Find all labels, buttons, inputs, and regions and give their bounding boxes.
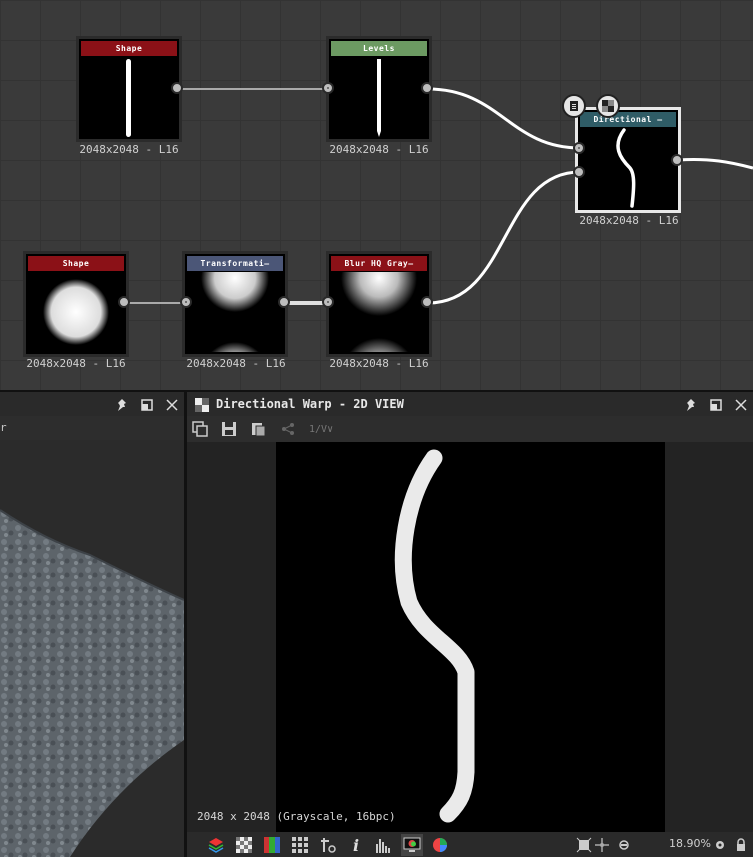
- input-port[interactable]: [573, 166, 585, 178]
- node-title: Shape: [81, 41, 177, 56]
- node-resolution: 2048x2048 - L16: [329, 143, 429, 156]
- chevron-down-icon: ∨: [327, 423, 334, 435]
- node-directional-warp[interactable]: Directional —: [575, 107, 681, 213]
- input-port[interactable]: [322, 296, 334, 308]
- pin-icon[interactable]: [684, 397, 698, 411]
- layers-icon[interactable]: [207, 836, 225, 854]
- float-icon[interactable]: [709, 397, 723, 411]
- close-icon[interactable]: [165, 397, 179, 411]
- clipboard-icon[interactable]: [250, 421, 266, 437]
- channels-icon[interactable]: [263, 836, 281, 854]
- info-icon[interactable]: i: [347, 836, 365, 855]
- output-port[interactable]: [118, 296, 130, 308]
- node-transformation[interactable]: Transformati—: [182, 251, 288, 357]
- lock-icon[interactable]: [735, 838, 747, 852]
- document-icon[interactable]: [562, 94, 586, 118]
- 2d-view-panel: Directional Warp - 2D VIEW 1/V ∨ 2048 x …: [187, 392, 753, 857]
- toolbar-label: r: [0, 421, 7, 434]
- node-resolution: 2048x2048 - L16: [79, 143, 179, 156]
- node-resolution: 2048x2048 - L16: [579, 214, 679, 227]
- output-port[interactable]: [421, 296, 433, 308]
- save-icon[interactable]: [221, 421, 237, 437]
- node-title: Blur HQ Gray—: [331, 256, 427, 271]
- input-port[interactable]: [180, 296, 192, 308]
- pin-icon[interactable]: [115, 397, 129, 411]
- zoom-dropdown-icon[interactable]: [618, 839, 630, 851]
- pivot-icon[interactable]: [319, 836, 337, 854]
- panel-header: [0, 392, 184, 416]
- color-wheel-icon[interactable]: [431, 836, 449, 854]
- node-graph[interactable]: Shape 2048x2048 - L16 Levels 2048x2048 -…: [0, 0, 753, 390]
- zoom-level[interactable]: 18.90%: [669, 837, 711, 850]
- input-port[interactable]: [573, 142, 585, 154]
- output-port[interactable]: [421, 82, 433, 94]
- version-label: 1/V: [309, 423, 328, 435]
- node-thumbnail: [331, 272, 427, 352]
- node-title: Transformati—: [187, 256, 283, 271]
- node-blur-hq-grayscale[interactable]: Blur HQ Gray—: [326, 251, 432, 357]
- 2d-image: [276, 442, 665, 832]
- node-shape-line[interactable]: Shape: [76, 36, 182, 142]
- input-port[interactable]: [322, 82, 334, 94]
- node-title: Levels: [331, 41, 427, 56]
- 2d-view-statusbar: i 18.90%: [187, 832, 753, 857]
- node-thumbnail: [28, 272, 124, 352]
- pan-icon[interactable]: [594, 837, 610, 853]
- checker-icon[interactable]: [596, 94, 620, 118]
- 3d-view-panel: r: [0, 392, 184, 857]
- 3d-view-toolbar: r: [0, 416, 184, 440]
- 2d-view-toolbar: 1/V ∨: [187, 416, 753, 442]
- output-port[interactable]: [171, 82, 183, 94]
- float-icon[interactable]: [140, 397, 154, 411]
- share-icon[interactable]: [280, 421, 296, 437]
- histogram-icon[interactable]: [375, 836, 393, 854]
- panel-title: Directional Warp - 2D VIEW: [216, 397, 404, 411]
- node-resolution: 2048x2048 - L16: [26, 357, 126, 370]
- wire-levels-directional: [427, 87, 581, 150]
- copy-view-icon[interactable]: [192, 421, 208, 437]
- node-levels[interactable]: Levels: [326, 36, 432, 142]
- panel-header: Directional Warp - 2D VIEW: [187, 392, 753, 416]
- node-thumbnail: [331, 57, 427, 137]
- gear-icon[interactable]: [714, 839, 726, 851]
- node-title: Shape: [28, 256, 124, 271]
- close-icon[interactable]: [734, 397, 748, 411]
- 2d-viewport[interactable]: 2048 x 2048 (Grayscale, 16bpc): [187, 442, 753, 832]
- node-thumbnail: [81, 57, 177, 137]
- image-info: 2048 x 2048 (Grayscale, 16bpc): [197, 810, 396, 823]
- node-thumbnail: [580, 128, 676, 208]
- node-thumbnail: [187, 272, 283, 352]
- node-shape-circle[interactable]: Shape: [23, 251, 129, 357]
- output-port[interactable]: [278, 296, 290, 308]
- node-resolution: 2048x2048 - L16: [329, 357, 429, 370]
- node-title: Directional —: [580, 112, 676, 127]
- view-2d-icon: [195, 397, 209, 412]
- display-settings-icon[interactable]: [401, 834, 423, 856]
- node-resolution: 2048x2048 - L16: [186, 357, 286, 370]
- 3d-viewport[interactable]: [0, 440, 184, 857]
- output-port[interactable]: [671, 154, 683, 166]
- checker-icon[interactable]: [235, 836, 253, 854]
- version-dropdown[interactable]: 1/V ∨: [309, 421, 333, 437]
- grid-icon[interactable]: [291, 836, 309, 854]
- fit-view-icon[interactable]: [576, 837, 592, 853]
- wire-directional-out: [677, 158, 753, 170]
- wire-blur-directional: [427, 170, 581, 305]
